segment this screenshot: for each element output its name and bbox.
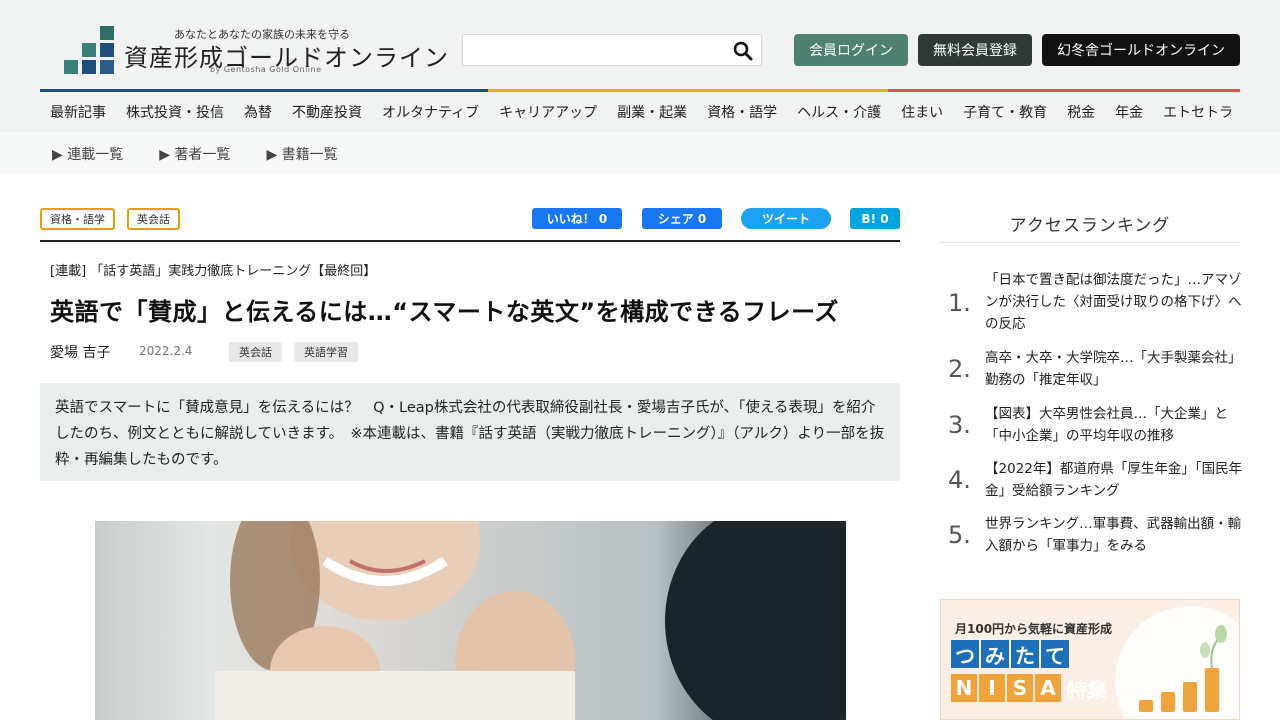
hero-photo-illustration [215, 521, 846, 720]
article-divider [40, 240, 900, 242]
register-button[interactable]: 無料会員登録 [918, 34, 1032, 66]
banner-tagline: 月100円から気軽に資産形成 [955, 622, 1113, 636]
ranking-number: 2. [948, 355, 971, 383]
ranking-link[interactable]: 「日本で置き配は御法度だった」…アマゾンが決行した〈対面受け取りの格下げ〉への反… [985, 269, 1243, 335]
banner-nisa-row: N I S A 特集 [951, 674, 1109, 703]
main-nav: 最新記事 株式投資・投信 為替 不動産投資 オルタナティブ キャリアアップ 副業… [40, 92, 1240, 132]
series-label[interactable]: [連載] 「話す英語」実践力徹底トレーニング【最終回】 [50, 260, 376, 279]
logo-mark-icon [64, 26, 116, 74]
nav-item-fx[interactable]: 為替 [244, 102, 272, 122]
facebook-like-button[interactable]: いいね！ 0 [532, 208, 622, 229]
gentosha-gold-online-button[interactable]: 幻冬舎ゴールドオンライン [1042, 34, 1240, 66]
banner-char: N [951, 674, 977, 702]
lead-text: 英語でスマートに「賛成意見」を伝えるには？ Q・Leap株式会社の代表取締役副社… [55, 400, 885, 468]
banner-char: I [979, 674, 1005, 702]
banner-char: た [1011, 640, 1039, 668]
banner-char: て [1041, 640, 1069, 668]
nav-item-health[interactable]: ヘルス・介護 [797, 102, 881, 122]
banner-title-row: つ み た て [951, 640, 1071, 668]
nav-item-tax[interactable]: 税金 [1067, 102, 1095, 122]
nav-item-stocks[interactable]: 株式投資・投信 [126, 102, 224, 122]
ranking-link[interactable]: 【図表】大卒男性会社員…「大企業」と「中小企業」の平均年収の推移 [985, 403, 1243, 447]
ranking-title: アクセスランキング [1009, 216, 1171, 236]
category-tag-qualifications[interactable]: 資格・語学 [40, 208, 115, 230]
search-box [462, 34, 762, 66]
author-name[interactable]: 愛場 吉子 [50, 342, 110, 362]
login-button[interactable]: 会員ログイン [794, 34, 908, 66]
tweet-button[interactable]: ツイート [741, 208, 831, 229]
ranking-link[interactable]: 高卒・大卒・大学院卒…「大手製薬会社」勤務の「推定年収」 [985, 347, 1243, 391]
subnav-item-authors[interactable]: ▶ 著者一覧 [159, 144, 230, 164]
nav-item-etcetera[interactable]: エトセトラ [1163, 102, 1233, 122]
ranking-link[interactable]: 【2022年】都道府県「厚生年金」「国民年金」受給額ランキング [985, 458, 1243, 502]
article-hero-image [95, 521, 846, 720]
search-icon[interactable] [733, 41, 753, 61]
banner-char: つ [951, 640, 979, 668]
nav-item-housing[interactable]: 住まい [901, 102, 943, 122]
ranking-divider [940, 242, 1240, 243]
nav-item-side-business[interactable]: 副業・起業 [617, 102, 687, 122]
keyword-tag-english-study[interactable]: 英語学習 [294, 342, 358, 362]
coin-jars-illustration [1139, 625, 1227, 712]
site-header: あなたとあなたの家族の未来を守る 資産形成ゴールドオンライン by Gentos… [0, 0, 1280, 174]
banner-char: み [981, 640, 1009, 668]
subnav-item-series[interactable]: ▶ 連載一覧 [52, 144, 123, 164]
banner-char: S [1007, 674, 1033, 702]
subnav-item-books[interactable]: ▶ 書籍一覧 [266, 144, 337, 164]
banner-char: A [1035, 674, 1061, 702]
nav-item-career[interactable]: キャリアアップ [499, 102, 597, 122]
ranking-link[interactable]: 世界ランキング…軍事費、武器輸出額・輸入額から「軍事力」をみる [985, 513, 1243, 557]
nav-item-latest[interactable]: 最新記事 [50, 102, 106, 122]
search-input[interactable] [469, 39, 719, 61]
site-subtitle: by Gentosha Gold Online [210, 65, 322, 74]
nav-item-qualifications[interactable]: 資格・語学 [707, 102, 777, 122]
ranking-number: 5. [948, 521, 971, 549]
category-tag-english-conversation[interactable]: 英会話 [127, 208, 180, 230]
banner-feature-label: 特集 [1067, 678, 1107, 702]
facebook-share-button[interactable]: シェア 0 [642, 208, 722, 229]
article-lead: 英語でスマートに「賛成意見」を伝えるには？ Q・Leap株式会社の代表取締役副社… [40, 383, 900, 481]
nav-item-parenting[interactable]: 子育て・教育 [963, 102, 1047, 122]
ranking-number: 4. [948, 466, 971, 494]
nav-item-alternative[interactable]: オルタナティブ [382, 102, 479, 122]
nav-item-real-estate[interactable]: 不動産投資 [292, 102, 362, 122]
site-logo[interactable]: あなたとあなたの家族の未来を守る 資産形成ゴールドオンライン by Gentos… [64, 26, 448, 76]
sub-nav: ▶ 連載一覧 ▶ 著者一覧 ▶ 書籍一覧 [0, 132, 1280, 174]
ranking-number: 3. [948, 411, 971, 439]
ranking-number: 1. [948, 289, 971, 317]
hatena-bookmark-button[interactable]: B! 0 [850, 208, 900, 229]
keyword-tag-english-conversation[interactable]: 英会話 [229, 342, 282, 362]
nav-item-pension[interactable]: 年金 [1115, 102, 1143, 122]
publish-date: 2022.2.4 [139, 344, 193, 358]
tsumitate-nisa-banner[interactable]: 月100円から気軽に資産形成 つ み た て N I S A 特集 [940, 599, 1240, 720]
article-title: 英語で「賛成」と伝えるには…“スマートな英文”を構成できるフレーズ [50, 298, 839, 326]
